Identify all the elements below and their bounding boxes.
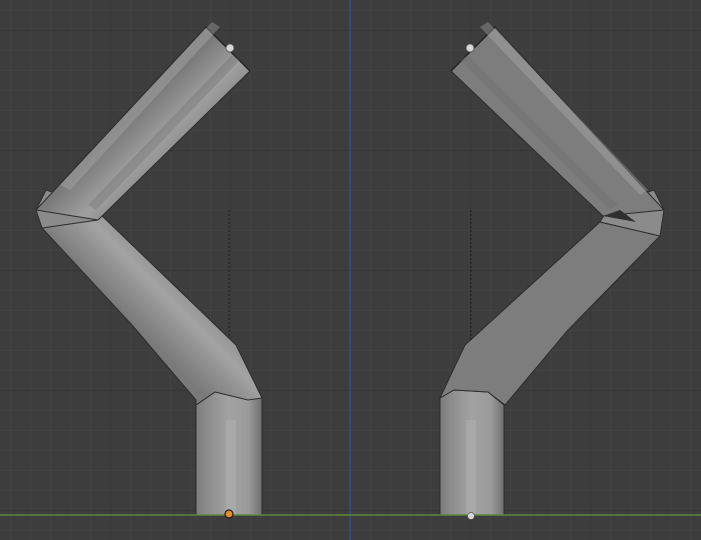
vertex-point-right-bottom[interactable] [467,512,475,520]
vertex-point-right-top[interactable] [465,43,475,53]
origin-point[interactable] [224,509,234,519]
3d-viewport[interactable] [0,0,701,540]
vertex-point-left-top[interactable] [225,43,235,53]
